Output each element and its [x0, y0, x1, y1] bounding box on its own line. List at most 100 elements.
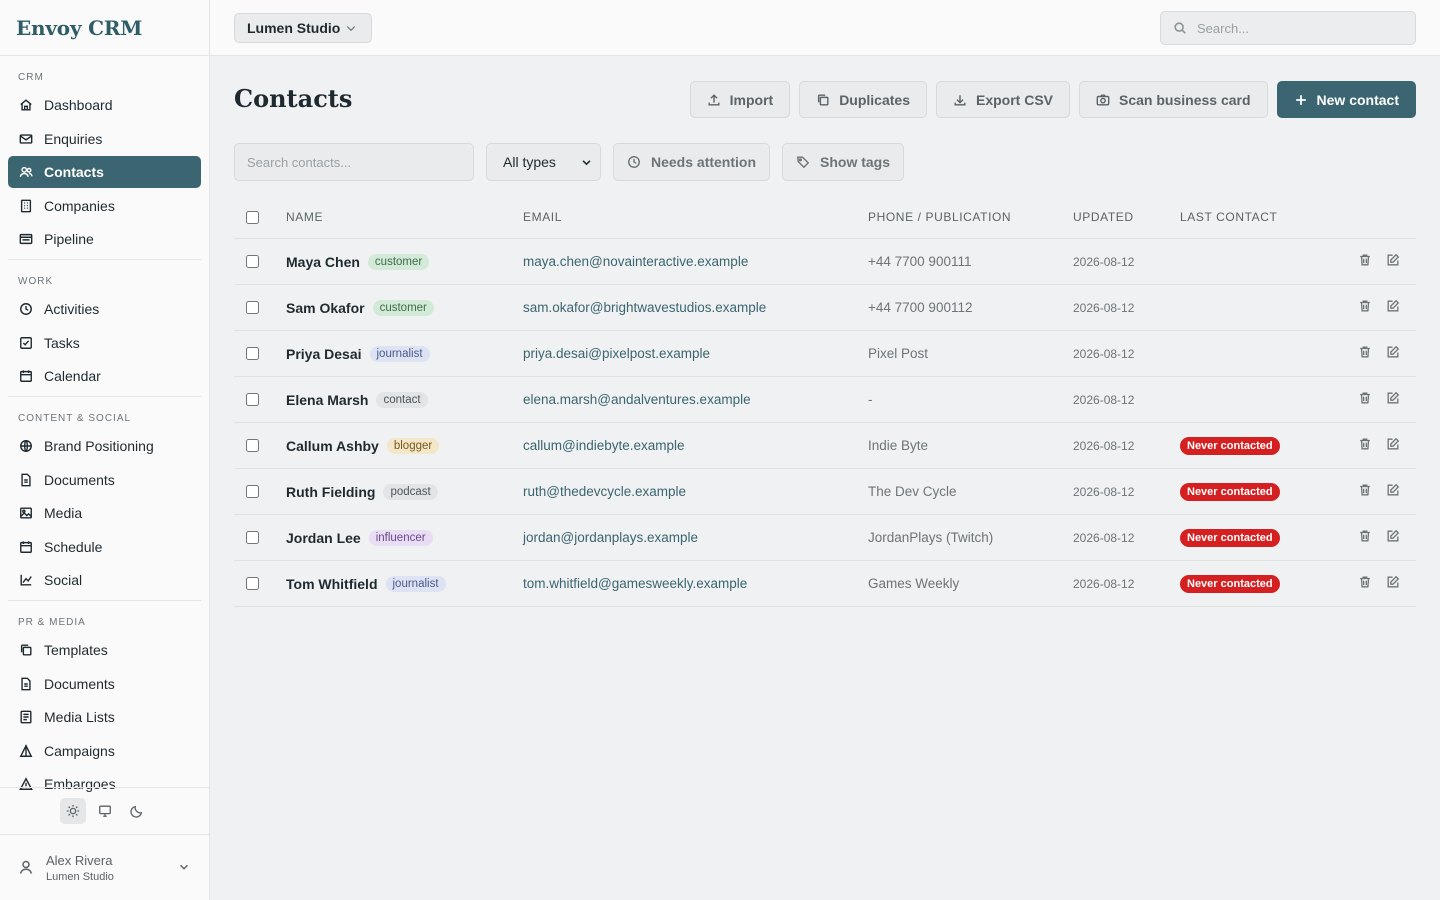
sidebar-item-templates[interactable]: Templates [8, 634, 201, 666]
contact-name[interactable]: Callum Ashby [286, 438, 379, 454]
contact-email[interactable]: jordan@jordanplays.example [523, 530, 698, 545]
row-checkbox[interactable] [246, 393, 259, 406]
sidebar-item-media[interactable]: Media [8, 497, 201, 529]
sidebar-section-label: CRM [18, 72, 44, 83]
contact-email[interactable]: tom.whitfield@gamesweekly.example [523, 576, 747, 591]
sidebar-item-activities[interactable]: Activities [8, 293, 201, 325]
sidebar-item-enquiries[interactable]: Enquiries [8, 123, 201, 155]
column-email[interactable]: EMAIL [523, 210, 562, 224]
edit-button[interactable] [1386, 345, 1400, 362]
scan-business-card-label: Scan business card [1119, 91, 1251, 108]
system-theme-button[interactable] [92, 798, 118, 824]
delete-button[interactable] [1358, 575, 1372, 592]
delete-button[interactable] [1358, 529, 1372, 546]
contact-email[interactable]: maya.chen@novainteractive.example [523, 254, 748, 269]
contact-search-input[interactable] [234, 143, 474, 181]
select-all-checkbox[interactable] [246, 210, 259, 224]
sidebar-item-companies[interactable]: Companies [8, 190, 201, 222]
sidebar-item-media-lists[interactable]: Media Lists [8, 701, 201, 733]
new-contact-button[interactable]: New contact [1276, 81, 1416, 118]
row-checkbox[interactable] [246, 255, 259, 268]
scan-business-card-button[interactable]: Scan business card [1079, 81, 1268, 118]
show-tags-label: Show tags [820, 154, 891, 170]
table-row[interactable]: Sam Okafor customer sam.okafor@brightwav… [234, 285, 1416, 331]
edit-button[interactable] [1386, 391, 1400, 408]
delete-button[interactable] [1358, 299, 1372, 316]
sidebar-item-campaigns[interactable]: Campaigns [8, 735, 201, 767]
row-checkbox[interactable] [246, 301, 259, 314]
sidebar-item-documents[interactable]: Documents [8, 464, 201, 496]
dark-theme-button[interactable] [124, 798, 150, 824]
row-checkbox[interactable] [246, 531, 259, 544]
light-theme-button[interactable] [59, 798, 86, 824]
sidebar-item-schedule[interactable]: Schedule [8, 531, 201, 563]
contact-name[interactable]: Maya Chen [286, 254, 360, 270]
table-row[interactable]: Ruth Fielding podcast ruth@thedevcycle.e… [234, 469, 1416, 515]
delete-button[interactable] [1358, 345, 1372, 362]
show-tags-button[interactable]: Show tags [782, 143, 905, 181]
contact-name[interactable]: Elena Marsh [286, 392, 368, 408]
column-last-contact[interactable]: LAST CONTACT [1180, 210, 1277, 224]
contact-name[interactable]: Tom Whitfield [286, 576, 378, 592]
contact-name[interactable]: Sam Okafor [286, 300, 365, 316]
contact-name[interactable]: Ruth Fielding [286, 484, 375, 500]
delete-button[interactable] [1358, 437, 1372, 454]
needs-attention-button[interactable]: Needs attention [613, 143, 771, 181]
table-row[interactable]: Maya Chen customer maya.chen@novainterac… [234, 239, 1416, 285]
sidebar-item-social[interactable]: Social [8, 564, 201, 596]
sidebar-item-tasks[interactable]: Tasks [8, 327, 201, 359]
column-name[interactable]: NAME [286, 210, 323, 224]
edit-button[interactable] [1386, 575, 1400, 592]
row-checkbox[interactable] [246, 577, 259, 590]
row-checkbox[interactable] [246, 485, 259, 498]
contact-email[interactable]: elena.marsh@andalventures.example [523, 392, 751, 407]
edit-button[interactable] [1386, 437, 1400, 454]
table-row[interactable]: Tom Whitfield journalist tom.whitfield@g… [234, 561, 1416, 607]
import-button[interactable]: Import [689, 81, 791, 118]
sidebar-item-dashboard[interactable]: Dashboard [8, 89, 201, 121]
edit-button[interactable] [1386, 529, 1400, 546]
sidebar-item-calendar[interactable]: Calendar [8, 360, 201, 392]
edit-button[interactable] [1386, 483, 1400, 500]
sidebar-divider [8, 396, 201, 397]
sidebar-item-label: Documents [44, 675, 115, 692]
contact-name[interactable]: Jordan Lee [286, 530, 361, 546]
row-checkbox[interactable] [246, 439, 259, 452]
sidebar-item-label: Documents [44, 471, 115, 488]
delete-button[interactable] [1358, 253, 1372, 270]
check-square-icon [18, 335, 34, 351]
file-icon [18, 676, 34, 692]
sidebar-item-contacts[interactable]: Contacts [8, 156, 201, 188]
global-search-input[interactable] [1197, 20, 1397, 36]
column-phone[interactable]: PHONE / PUBLICATION [868, 210, 1011, 224]
org-switcher[interactable]: Lumen Studio [234, 13, 372, 43]
sidebar-divider [8, 600, 201, 601]
edit-button[interactable] [1386, 299, 1400, 316]
row-checkbox[interactable] [246, 347, 259, 360]
contact-email[interactable]: priya.desai@pixelpost.example [523, 346, 710, 361]
table-row[interactable]: Callum Ashby blogger callum@indiebyte.ex… [234, 423, 1416, 469]
contact-email[interactable]: callum@indiebyte.example [523, 438, 685, 453]
table-row[interactable]: Elena Marsh contact elena.marsh@andalven… [234, 377, 1416, 423]
duplicates-button[interactable]: Duplicates [799, 81, 927, 118]
chart-icon [18, 572, 34, 588]
sun-icon [66, 804, 79, 818]
user-menu[interactable]: Alex Rivera Lumen Studio [0, 836, 209, 900]
table-row[interactable]: Priya Desai journalist priya.desai@pixel… [234, 331, 1416, 377]
brand-logo[interactable]: Envoy CRM [0, 0, 209, 56]
contact-email[interactable]: sam.okafor@brightwavestudios.example [523, 300, 766, 315]
edit-button[interactable] [1386, 253, 1400, 270]
export-csv-button[interactable]: Export CSV [936, 81, 1071, 118]
contact-name[interactable]: Priya Desai [286, 346, 362, 362]
sidebar-item-documents[interactable]: Documents [8, 668, 201, 700]
column-updated[interactable]: UPDATED [1073, 210, 1134, 224]
contact-updated: 2026-08-12 [1073, 392, 1135, 407]
type-select[interactable]: All types [486, 143, 601, 181]
sidebar-item-brand-positioning[interactable]: Brand Positioning [8, 430, 201, 462]
delete-button[interactable] [1358, 483, 1372, 500]
table-row[interactable]: Jordan Lee influencer jordan@jordanplays… [234, 515, 1416, 561]
contact-email[interactable]: ruth@thedevcycle.example [523, 484, 686, 499]
sidebar-item-pipeline[interactable]: Pipeline [8, 223, 201, 255]
delete-button[interactable] [1358, 391, 1372, 408]
never-contacted-badge: Never contacted [1180, 574, 1280, 593]
